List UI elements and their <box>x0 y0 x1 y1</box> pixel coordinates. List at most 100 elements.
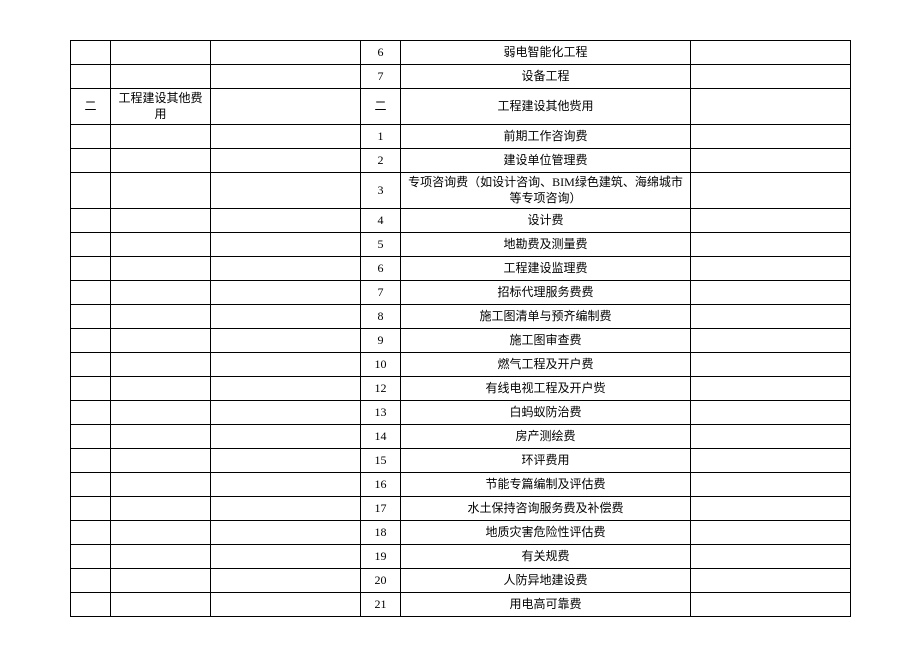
table-row: 8施工图清单与预齐编制费 <box>71 305 851 329</box>
table-cell-e: 建设单位管理费 <box>401 149 691 173</box>
table-row: 16节能专篇编制及评估费 <box>71 473 851 497</box>
table-cell-a <box>71 569 111 593</box>
table-row: 二工程建设其他费用二工程建设其他赀用 <box>71 89 851 125</box>
table-cell-a <box>71 149 111 173</box>
table-cell-b <box>111 257 211 281</box>
table-row: 17水土保持咨询服务费及补偿费 <box>71 497 851 521</box>
table-cell-f <box>691 497 851 521</box>
table-cell-f <box>691 125 851 149</box>
table-cell-b <box>111 449 211 473</box>
table-cell-f <box>691 425 851 449</box>
table-cell-b <box>111 125 211 149</box>
table-cell-f <box>691 89 851 125</box>
table-cell-d: 二 <box>361 89 401 125</box>
table-cell-e: 节能专篇编制及评估费 <box>401 473 691 497</box>
table-row: 21用电高可靠费 <box>71 593 851 617</box>
table-cell-b <box>111 497 211 521</box>
table-cell-d: 2 <box>361 149 401 173</box>
table-cell-d: 17 <box>361 497 401 521</box>
table-cell-c <box>211 65 361 89</box>
table-cell-f <box>691 473 851 497</box>
table-cell-f <box>691 545 851 569</box>
table-cell-c <box>211 89 361 125</box>
table-cell-e: 有线电视工程及开户赀 <box>401 377 691 401</box>
table-cell-a: 二 <box>71 89 111 125</box>
table-cell-f <box>691 173 851 209</box>
table-cell-a <box>71 41 111 65</box>
table-cell-d: 10 <box>361 353 401 377</box>
table-cell-d: 9 <box>361 329 401 353</box>
table-cell-b: 工程建设其他费用 <box>111 89 211 125</box>
table-cell-a <box>71 65 111 89</box>
table-cell-a <box>71 377 111 401</box>
table-cell-d: 8 <box>361 305 401 329</box>
table-cell-e: 人防异地建设费 <box>401 569 691 593</box>
table-cell-a <box>71 125 111 149</box>
table-cell-a <box>71 545 111 569</box>
table-cell-c <box>211 473 361 497</box>
table-cell-e: 施工图清单与预齐编制费 <box>401 305 691 329</box>
table-cell-f <box>691 353 851 377</box>
table-cell-d: 18 <box>361 521 401 545</box>
table-cell-b <box>111 593 211 617</box>
table-row: 7招标代理服务费费 <box>71 281 851 305</box>
table-cell-a <box>71 305 111 329</box>
table-cell-f <box>691 209 851 233</box>
table-cell-d: 12 <box>361 377 401 401</box>
table-row: 10燃气工程及开户费 <box>71 353 851 377</box>
table-cell-e: 白蚂蚁防治费 <box>401 401 691 425</box>
cost-table-body: 6弱电智能化工程7设备工程二工程建设其他费用二工程建设其他赀用1前期工作咨询费2… <box>71 41 851 617</box>
table-cell-f <box>691 281 851 305</box>
table-cell-f <box>691 65 851 89</box>
table-cell-d: 7 <box>361 281 401 305</box>
table-cell-e: 前期工作咨询费 <box>401 125 691 149</box>
table-row: 3专项咨询费（如设计咨询、BIM绿色建筑、海绵城市等专项咨询） <box>71 173 851 209</box>
table-cell-b <box>111 473 211 497</box>
table-cell-b <box>111 281 211 305</box>
table-cell-b <box>111 353 211 377</box>
cost-table-container: 6弱电智能化工程7设备工程二工程建设其他费用二工程建设其他赀用1前期工作咨询费2… <box>70 40 850 617</box>
table-cell-c <box>211 305 361 329</box>
table-cell-d: 14 <box>361 425 401 449</box>
table-cell-e: 用电高可靠费 <box>401 593 691 617</box>
table-cell-c <box>211 401 361 425</box>
table-row: 20人防异地建设费 <box>71 569 851 593</box>
table-cell-b <box>111 209 211 233</box>
table-cell-a <box>71 233 111 257</box>
table-cell-f <box>691 329 851 353</box>
table-cell-f <box>691 449 851 473</box>
table-cell-b <box>111 329 211 353</box>
table-cell-d: 15 <box>361 449 401 473</box>
table-cell-e: 房产测绘费 <box>401 425 691 449</box>
table-cell-c <box>211 497 361 521</box>
table-cell-a <box>71 209 111 233</box>
table-cell-a <box>71 257 111 281</box>
table-cell-b <box>111 173 211 209</box>
table-cell-b <box>111 425 211 449</box>
table-row: 1前期工作咨询费 <box>71 125 851 149</box>
table-cell-c <box>211 209 361 233</box>
table-cell-b <box>111 521 211 545</box>
table-cell-d: 5 <box>361 233 401 257</box>
table-cell-a <box>71 329 111 353</box>
table-cell-c <box>211 521 361 545</box>
table-cell-d: 19 <box>361 545 401 569</box>
table-row: 19有关规费 <box>71 545 851 569</box>
table-row: 7设备工程 <box>71 65 851 89</box>
table-row: 6工程建设监理费 <box>71 257 851 281</box>
table-row: 15环评费用 <box>71 449 851 473</box>
table-row: 5地勘费及测量费 <box>71 233 851 257</box>
table-cell-e: 环评费用 <box>401 449 691 473</box>
table-cell-a <box>71 473 111 497</box>
table-cell-d: 3 <box>361 173 401 209</box>
table-cell-c <box>211 545 361 569</box>
table-cell-d: 4 <box>361 209 401 233</box>
table-cell-e: 施工图审查费 <box>401 329 691 353</box>
table-cell-b <box>111 569 211 593</box>
cost-table: 6弱电智能化工程7设备工程二工程建设其他费用二工程建设其他赀用1前期工作咨询费2… <box>70 40 851 617</box>
table-cell-b <box>111 401 211 425</box>
table-cell-c <box>211 449 361 473</box>
table-cell-e: 工程建设监理费 <box>401 257 691 281</box>
table-cell-c <box>211 257 361 281</box>
table-cell-c <box>211 41 361 65</box>
